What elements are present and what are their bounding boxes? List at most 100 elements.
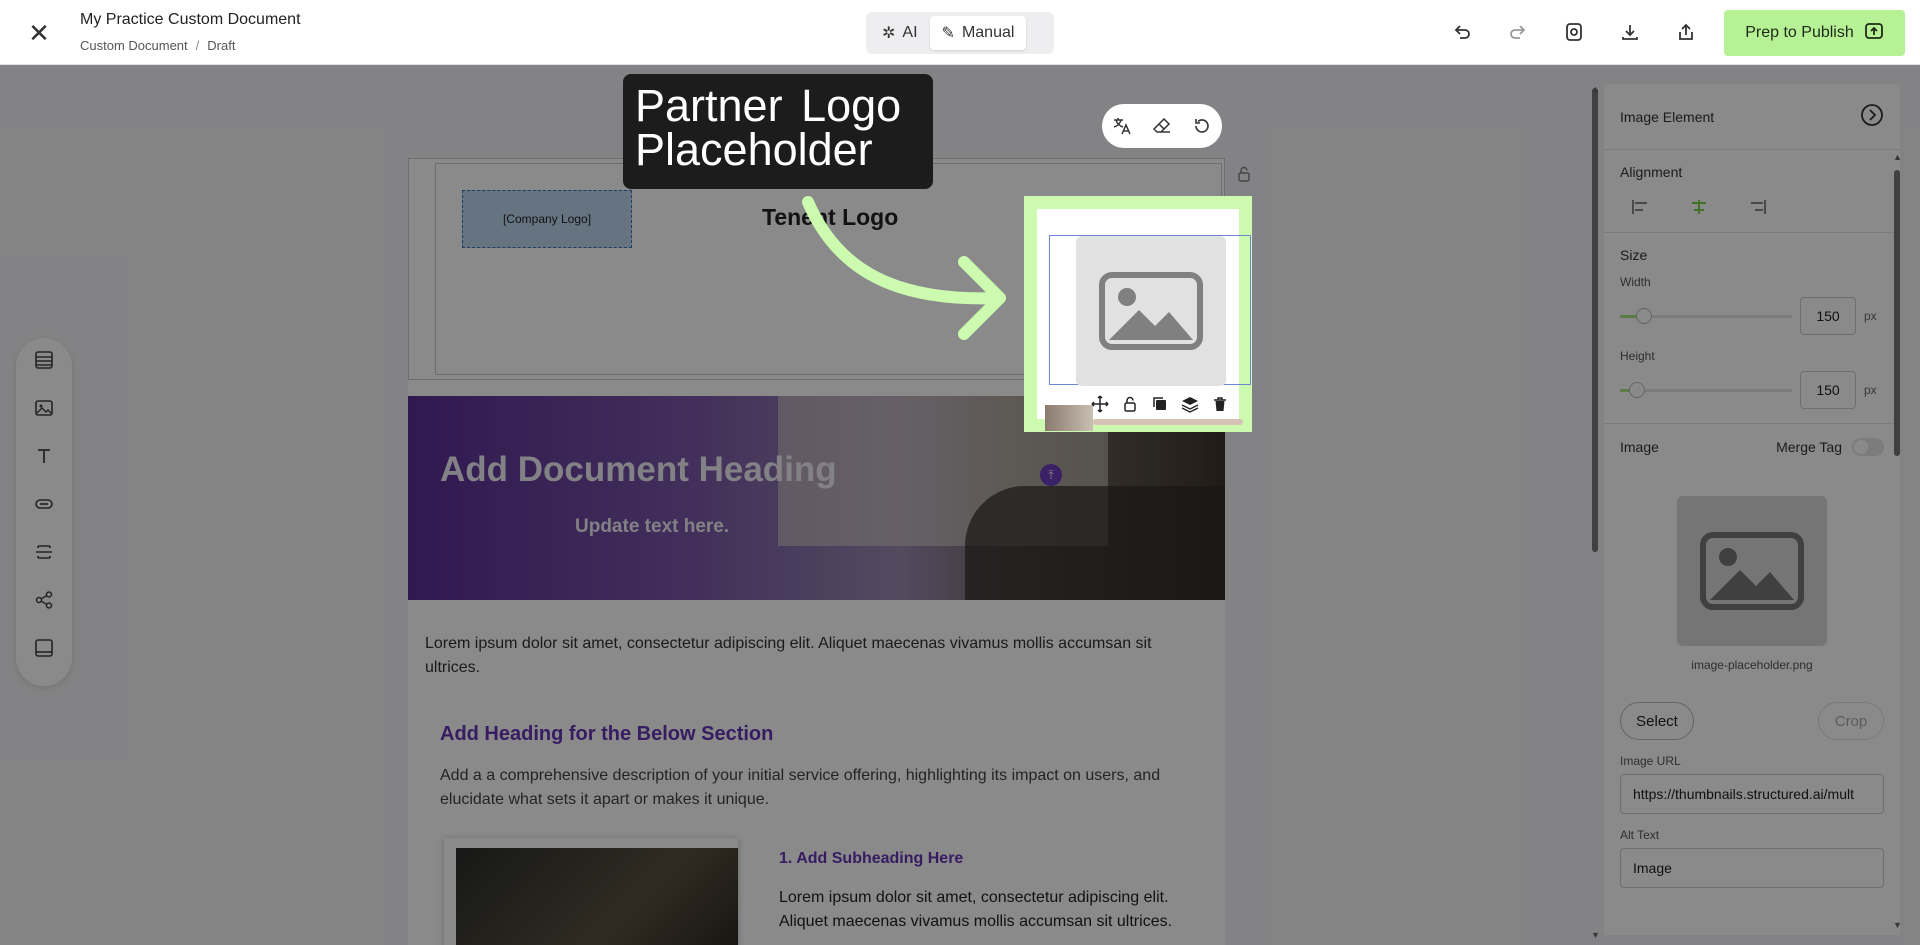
selected-image-element[interactable] [1049,235,1251,386]
align-left-icon[interactable] [1630,196,1652,218]
section-description[interactable]: Add a a comprehensive description of you… [440,764,1200,812]
align-center-icon[interactable] [1688,196,1710,218]
image-placeholder-icon [1700,532,1804,610]
scroll-down-icon[interactable]: ▼ [1591,930,1600,940]
breadcrumb-item[interactable]: Custom Document [80,38,188,53]
canvas-scrollbar[interactable] [1592,88,1598,552]
translate-icon[interactable] [1110,114,1134,138]
preview-icon[interactable] [1562,20,1586,44]
publish-label: Prep to Publish [1745,24,1854,41]
text-icon[interactable] [32,444,56,468]
social-share-icon[interactable] [32,588,56,612]
crop-button[interactable]: Crop [1818,702,1884,740]
redo-icon[interactable] [1506,20,1530,44]
layers-icon[interactable] [1181,395,1199,413]
element-toolbar [16,338,72,686]
image-preview [1677,496,1827,646]
properties-panel: Image Element Alignment Size Width 150 p… [1604,84,1900,935]
chevron-right-circle-icon[interactable] [1860,103,1884,130]
section-lock-icon[interactable] [1236,166,1252,187]
section-image-frame[interactable] [444,838,738,945]
delete-icon[interactable] [1211,395,1229,413]
publish-icon [1864,21,1884,46]
element-tools [1091,395,1229,413]
panel-scrollbar[interactable] [1894,170,1900,456]
document-title: My Practice Custom Document [80,11,301,28]
height-label: Height [1620,349,1655,363]
height-input[interactable]: 150 [1800,371,1856,409]
top-bar: ✕ My Practice Custom Document Custom Doc… [0,0,1920,65]
height-slider-thumb[interactable] [1629,381,1646,398]
hero-heading[interactable]: Add Document Heading [440,450,837,490]
eraser-icon[interactable] [1150,114,1174,138]
subheading[interactable]: 1. Add Subheading Here [779,850,963,868]
image-section: Image Merge Tag image-placeholder.png Se… [1604,424,1900,902]
height-unit: px [1864,383,1877,397]
image-label: Image [1620,439,1659,455]
merge-tag-label: Merge Tag [1776,439,1842,455]
close-icon[interactable]: ✕ [26,20,52,46]
image-url-label: Image URL [1620,754,1681,768]
select-image-button[interactable]: Select [1620,702,1694,740]
panel-title: Image Element [1620,108,1715,125]
selected-image-highlight [1024,196,1252,432]
image-icon[interactable] [32,396,56,420]
pencil-icon: ✎ [941,25,955,42]
panel-header: Image Element [1604,84,1900,150]
undo-icon[interactable] [1450,20,1474,44]
mode-manual-label: Manual [961,24,1015,41]
image-placeholder-icon [1099,272,1203,350]
section-photo [456,848,738,945]
intro-paragraph[interactable]: Lorem ipsum dolor sit amet, consectetur … [425,632,1205,680]
partner-logo-placeholder[interactable] [1076,236,1226,386]
hero-subheading[interactable]: Update text here. [575,516,729,538]
width-label: Width [1620,275,1651,289]
prep-to-publish-button[interactable]: Prep to Publish [1724,10,1905,56]
button-icon[interactable] [32,492,56,516]
divider-icon[interactable] [32,540,56,564]
duplicate-icon[interactable] [1151,395,1169,413]
hero-image-fragment [1045,405,1093,431]
company-logo-placeholder[interactable]: [Company Logo] [462,190,632,248]
footer-icon[interactable] [32,636,56,660]
sparkle-icon: ✲ [882,25,896,42]
image-url-input[interactable]: https://thumbnails.structured.ai/mult [1620,774,1884,814]
height-slider[interactable] [1620,381,1792,398]
scroll-up-icon[interactable]: ▲ [1591,84,1600,94]
mode-ai-button[interactable]: ✲ AI [870,16,930,50]
alt-text-label: Alt Text [1620,828,1660,842]
size-label: Size [1620,247,1648,263]
move-icon[interactable] [1091,395,1109,413]
panel-scroll-up-icon[interactable]: ▲ [1893,152,1902,162]
mode-ai-label: AI [902,24,918,41]
width-slider[interactable] [1620,307,1792,324]
reset-icon[interactable] [1190,114,1214,138]
download-icon[interactable] [1618,20,1642,44]
upload-icon[interactable]: ⤒ [1040,464,1062,486]
mode-manual-button[interactable]: ✎ Manual [929,16,1027,50]
mode-toggle: ✲ AI ✎ Manual [866,12,1054,54]
alignment-label: Alignment [1620,164,1683,180]
image-filename: image-placeholder.png [1691,658,1813,672]
subheading-paragraph[interactable]: Lorem ipsum dolor sit amet, consectetur … [779,886,1199,934]
share-icon[interactable] [1674,20,1698,44]
size-section: Size Width 150 px Height 150 px [1604,233,1900,424]
layout-icon[interactable] [32,348,56,372]
annotation-arrow-icon [802,196,1006,340]
alignment-section: Alignment [1604,150,1900,233]
hero-image-fragment [1093,419,1243,425]
width-slider-thumb[interactable] [1636,307,1653,324]
merge-tag-toggle[interactable] [1852,438,1884,456]
unlock-icon[interactable] [1121,395,1139,413]
width-input[interactable]: 150 [1800,297,1856,335]
panel-scroll-down-icon[interactable]: ▼ [1893,920,1902,930]
hero-people-image [965,486,1225,600]
alt-text-input[interactable]: Image [1620,848,1884,888]
section-heading[interactable]: Add Heading for the Below Section [440,723,773,746]
align-right-icon[interactable] [1746,196,1768,218]
section-tools [1102,104,1222,148]
annotation-callout: Partner Logo Placeholder [623,74,933,189]
breadcrumb: Custom Document / Draft [80,38,236,53]
breadcrumb-item: Draft [207,38,236,53]
width-unit: px [1864,309,1877,323]
